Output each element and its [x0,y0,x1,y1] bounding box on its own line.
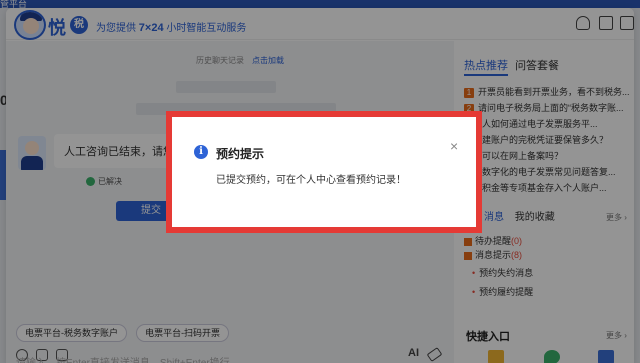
booking-modal: i 预约提示 × 已提交预约，可在个人中心查看预约记录！ [176,121,472,223]
close-icon[interactable]: × [450,138,458,154]
modal-message: 已提交预约，可在个人中心查看预约记录！ [216,175,406,186]
modal-highlight-frame: i 预约提示 × 已提交预约，可在个人中心查看预约记录！ [166,111,482,233]
modal-title: 预约提示 [216,147,265,161]
info-icon: i [194,145,208,159]
